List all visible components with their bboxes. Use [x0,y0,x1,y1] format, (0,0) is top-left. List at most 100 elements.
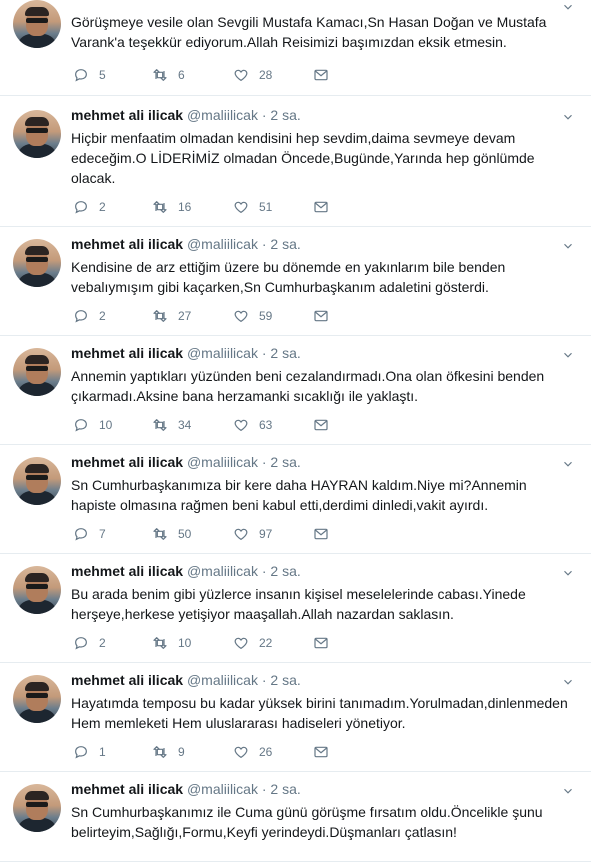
reply-button[interactable]: 1 [73,743,106,761]
retweet-button[interactable]: 6 [152,66,185,84]
heart-icon [233,526,249,542]
avatar[interactable] [13,239,61,287]
retweet-count: 10 [178,636,192,650]
chevron-down-icon[interactable] [561,675,575,689]
like-button[interactable]: 63 [233,416,272,434]
tweet-time[interactable]: 2 sa. [270,454,300,470]
author-name[interactable]: mehmet ali ilicak [71,781,183,797]
reply-button[interactable]: 2 [73,634,106,652]
author-handle[interactable]: @maliilicak [183,345,258,361]
author-handle[interactable]: @maliilicak [183,236,258,252]
tweet-text: Hiçbir menfaatim olmadan kendisini hep s… [71,130,535,186]
envelope-icon [313,526,329,542]
author-name[interactable]: mehmet ali ilicak [71,672,183,688]
reply-button[interactable]: 2 [73,307,106,325]
tweet-feed: Görüşmeye vesile olan Sevgili Mustafa Ka… [0,0,591,862]
tweet-text: Kendisine de arz ettiğim üzere bu dönemd… [71,259,506,295]
tweet-time[interactable]: 2 sa. [270,672,300,688]
avatar[interactable] [13,675,61,723]
retweet-icon [152,744,168,760]
reply-button[interactable]: 5 [73,66,106,84]
tweet-actions: 10 34 63 [73,416,373,434]
tweet-actions: 2 10 22 [73,634,373,652]
tweet-time[interactable]: 2 sa. [270,563,300,579]
author-handle[interactable]: @maliilicak [183,107,258,123]
avatar[interactable] [13,348,61,396]
like-count: 59 [259,309,273,323]
avatar[interactable] [13,457,61,505]
author-handle[interactable]: @maliilicak [183,454,258,470]
chevron-down-icon[interactable] [561,457,575,471]
author-handle[interactable]: @maliilicak [183,672,258,688]
reply-icon [73,526,89,542]
tweet-time[interactable]: 2 sa. [270,236,300,252]
dm-button[interactable] [313,307,329,325]
author-handle[interactable]: @maliilicak [183,563,258,579]
tweet[interactable]: mehmet ali ilicak @maliilicak · 2 sa. Ken… [0,227,591,336]
retweet-button[interactable]: 50 [152,525,191,543]
tweet-time[interactable]: 2 sa. [270,781,300,797]
author-handle[interactable]: @maliilicak [183,781,258,797]
retweet-count: 6 [178,68,185,82]
author-name[interactable]: mehmet ali ilicak [71,0,183,1]
author-name[interactable]: mehmet ali ilicak [71,563,183,579]
author-name[interactable]: mehmet ali ilicak [71,236,183,252]
tweet-time[interactable]: 2 sa. [270,107,300,123]
dm-button[interactable] [313,525,329,543]
author-handle[interactable]: @maliilicak [187,0,258,1]
tweet-header: mehmet ali ilicak @maliilicak · 2 sa. [71,562,301,580]
tweet[interactable]: mehmet ali ilicak @maliilicak · 2 sa. Bu … [0,554,591,663]
reply-button[interactable]: 2 [73,198,106,216]
tweet-text: Sn Cumhurbaşkanımıza bir kere daha HAYRA… [71,477,527,513]
tweet[interactable]: mehmet ali ilicak @maliilicak · 2 sa. Ann… [0,336,591,445]
retweet-button[interactable]: 27 [152,307,191,325]
retweet-icon [152,417,168,433]
avatar[interactable] [13,0,61,48]
tweet[interactable]: mehmet ali ilicak @maliilicak · 2 sa. Sn … [0,445,591,554]
reply-icon [73,417,89,433]
reply-icon [73,67,89,83]
chevron-down-icon[interactable] [561,784,575,798]
author-name[interactable]: mehmet ali ilicak [71,345,183,361]
retweet-button[interactable]: 16 [152,198,191,216]
tweet[interactable]: mehmet ali ilicak @maliilicak · 2 sa. Hiç… [0,98,591,227]
like-count: 22 [259,636,273,650]
chevron-down-icon[interactable] [561,239,575,253]
tweet-time[interactable]: 2 sa. [270,0,300,1]
tweet-text: Hayatımda temposu bu kadar yüksek birini… [71,695,568,731]
retweet-button[interactable]: 10 [152,634,191,652]
tweet-actions: 1 9 26 [73,743,373,761]
dm-button[interactable] [313,743,329,761]
dm-button[interactable] [313,416,329,434]
tweet[interactable]: Görüşmeye vesile olan Sevgili Mustafa Ka… [0,0,591,96]
like-button[interactable]: 51 [233,198,272,216]
reply-button[interactable]: 7 [73,525,106,543]
chevron-down-icon[interactable] [561,348,575,362]
dm-button[interactable] [313,66,329,84]
avatar[interactable] [13,110,61,158]
avatar[interactable] [13,566,61,614]
like-button[interactable]: 28 [233,66,272,84]
tweet-actions: 2 16 51 [73,198,373,216]
like-button[interactable]: 26 [233,743,272,761]
like-button[interactable]: 59 [233,307,272,325]
reply-count: 2 [99,636,106,650]
reply-count: 1 [99,745,106,759]
tweet-time[interactable]: 2 sa. [270,345,300,361]
author-name[interactable]: mehmet ali ilicak [71,107,183,123]
like-button[interactable]: 97 [233,525,272,543]
dm-button[interactable] [313,634,329,652]
avatar[interactable] [13,784,61,832]
reply-count: 5 [99,68,106,82]
dm-button[interactable] [313,198,329,216]
tweet[interactable]: mehmet ali ilicak @maliilicak · 2 sa. Hay… [0,663,591,772]
retweet-button[interactable]: 9 [152,743,185,761]
like-button[interactable]: 22 [233,634,272,652]
chevron-down-icon[interactable] [561,566,575,580]
reply-button[interactable]: 10 [73,416,112,434]
chevron-down-icon[interactable] [561,110,575,124]
tweet[interactable]: mehmet ali ilicak @maliilicak · 2 sa. Sn … [0,772,591,862]
retweet-count: 34 [178,418,192,432]
retweet-button[interactable]: 34 [152,416,191,434]
author-name[interactable]: mehmet ali ilicak [71,454,183,470]
